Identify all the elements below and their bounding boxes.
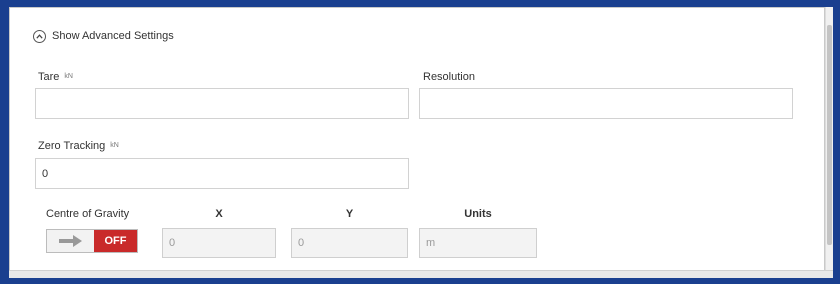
zero-tracking-input[interactable]: 0	[35, 158, 409, 189]
units-column-header: Units	[464, 208, 492, 220]
centre-of-gravity-toggle[interactable]: OFF	[46, 229, 138, 253]
y-column-header: Y	[345, 208, 354, 220]
zero-tracking-unit: kN	[110, 142, 119, 149]
show-advanced-settings-toggle[interactable]: Show Advanced Settings	[33, 27, 174, 45]
chevron-up-icon	[33, 29, 46, 43]
centre-of-gravity-label: Centre of Gravity	[46, 208, 130, 220]
zero-tracking-label: Zero Tracking	[38, 140, 106, 152]
cog-y-input[interactable]: 0	[291, 228, 408, 258]
arrow-right-icon	[47, 230, 94, 252]
scrollbar-thumb[interactable]	[827, 25, 832, 245]
cog-units-select[interactable]: m	[419, 228, 537, 258]
x-column-header: X	[215, 208, 223, 220]
tare-input[interactable]	[35, 88, 409, 119]
vertical-scrollbar[interactable]	[825, 7, 833, 278]
show-advanced-settings-label: Show Advanced Settings	[52, 30, 174, 42]
resolution-input[interactable]	[419, 88, 793, 119]
resolution-label: Resolution	[423, 71, 475, 83]
tare-unit: kN	[64, 73, 73, 80]
tare-label: Tare	[38, 71, 60, 83]
toggle-state-off: OFF	[94, 230, 137, 252]
horizontal-scrollbar[interactable]	[9, 270, 833, 278]
tare-label-group: Tare kN	[38, 71, 73, 83]
cog-x-input[interactable]: 0	[162, 228, 276, 258]
zero-tracking-label-group: Zero Tracking kN	[38, 140, 119, 152]
